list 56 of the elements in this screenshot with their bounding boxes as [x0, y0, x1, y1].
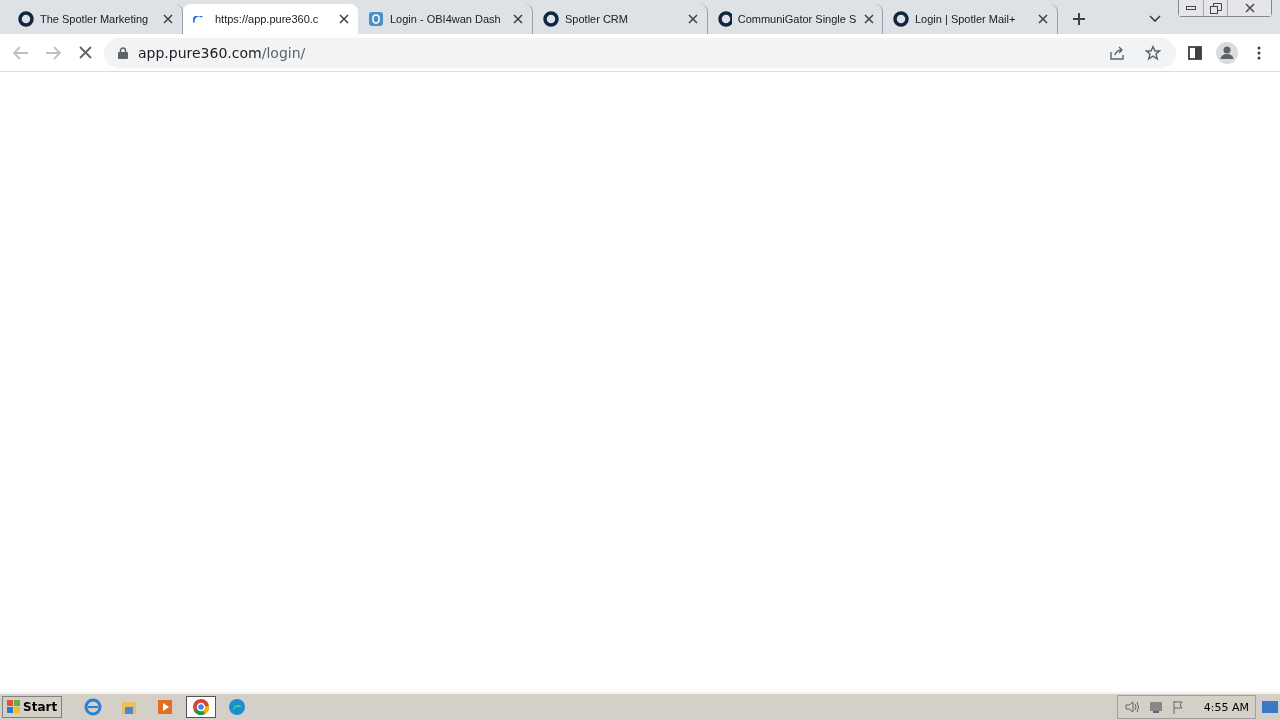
flag-icon — [1171, 700, 1186, 714]
minimize-icon — [1186, 6, 1196, 10]
tab-title: Login - OBI4wan Dash — [390, 13, 502, 25]
speaker-icon — [1123, 700, 1140, 714]
restore-icon — [1209, 2, 1222, 14]
browser-icon — [84, 698, 103, 716]
browser-tab[interactable]: The Spotler Marketing — [8, 4, 183, 34]
lock-icon — [118, 46, 128, 59]
close-icon — [163, 14, 173, 24]
clock: 4:55 AM — [1203, 700, 1249, 714]
tab-title: CommuniGator Single S — [737, 13, 857, 25]
arrow-left-icon — [13, 45, 29, 60]
url-text: app.pure360.com/login/ — [138, 44, 307, 61]
minimize-button[interactable] — [1179, 0, 1203, 16]
ring-icon — [718, 11, 732, 27]
close-icon — [1244, 3, 1255, 13]
app-icon — [368, 11, 384, 27]
close-icon — [78, 46, 92, 59]
chevron-down-icon — [1149, 15, 1161, 23]
star-icon — [1145, 44, 1161, 61]
ring-icon — [893, 11, 909, 27]
windows-logo-icon — [7, 700, 21, 714]
share-icon — [1109, 44, 1125, 61]
browser-tab[interactable]: CommuniGator Single S — [708, 4, 883, 34]
close-icon — [1038, 14, 1048, 24]
taskbar-app-button[interactable] — [186, 696, 217, 718]
tab-title: https://app.pure360.c — [215, 13, 320, 25]
address-bar[interactable]: app.pure360.com/login/ — [104, 37, 1176, 68]
menu-icon — [1257, 45, 1261, 60]
browser-tab[interactable]: https://app.pure360.c — [183, 4, 358, 34]
tab-title: The Spotler Marketing — [40, 13, 150, 25]
media-player-icon — [156, 698, 175, 716]
restore-button[interactable] — [1203, 0, 1227, 16]
browser-tab[interactable]: Login | Spotler Mail+ — [883, 4, 1058, 34]
browser-tab[interactable]: Login - OBI4wan Dash — [358, 4, 533, 34]
tab-title: Login | Spotler Mail+ — [915, 13, 1017, 25]
network-icon — [1147, 700, 1164, 714]
close-icon — [688, 14, 698, 24]
ring-icon — [543, 11, 559, 27]
plus-icon — [1072, 12, 1086, 26]
start-button[interactable]: Start — [2, 696, 63, 718]
close-icon — [513, 14, 523, 24]
tab-title: Spotler CRM — [565, 13, 629, 25]
show-desktop-icon — [1262, 700, 1278, 714]
loading-spinner-icon — [193, 15, 203, 23]
side-panel-icon — [1188, 45, 1202, 60]
chrome-icon — [192, 698, 211, 716]
profile-button[interactable] — [1214, 39, 1240, 66]
arrow-right-icon — [45, 45, 61, 60]
ring-icon — [18, 11, 34, 27]
person-icon — [1216, 41, 1238, 64]
close-icon — [339, 14, 349, 24]
close-window-button[interactable] — [1227, 0, 1271, 16]
browser-tab[interactable]: Spotler CRM — [533, 4, 708, 34]
close-icon — [864, 14, 875, 24]
edge-icon — [228, 698, 247, 716]
